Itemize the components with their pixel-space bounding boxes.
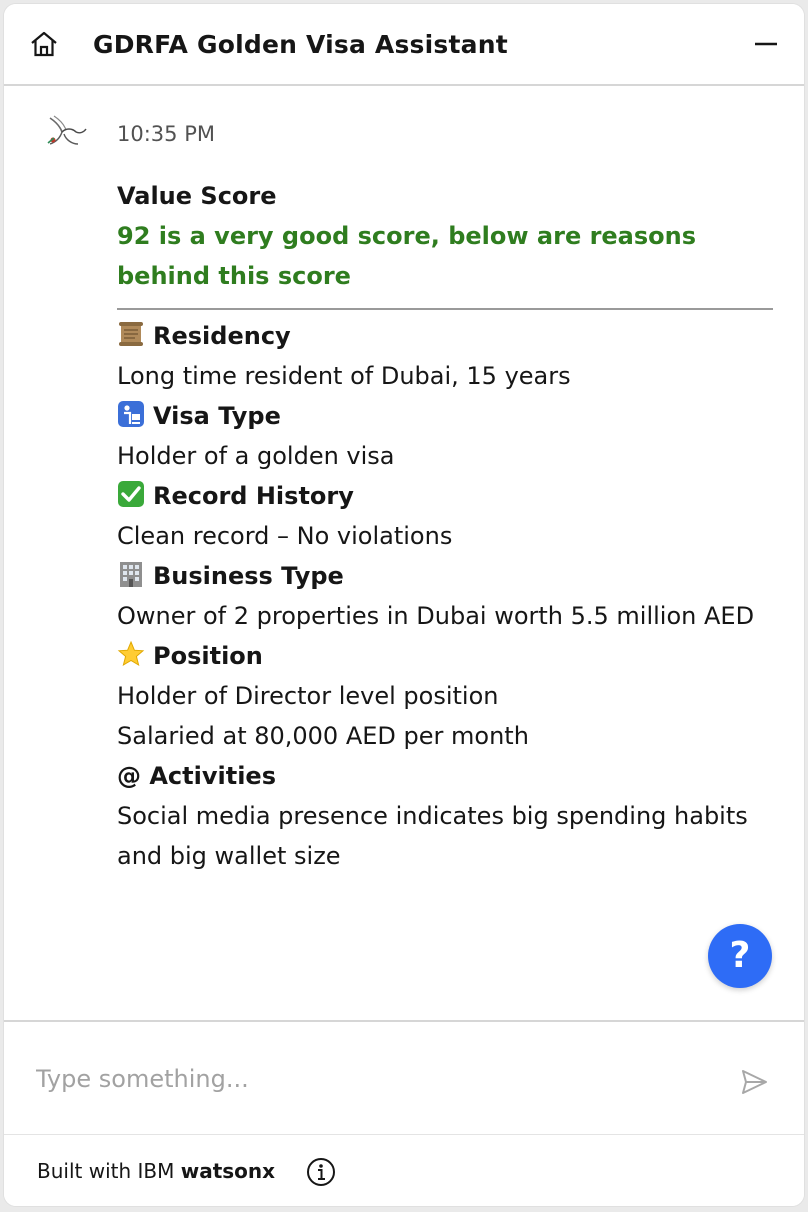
- section-record-history: Record History Clean record – No violati…: [117, 476, 773, 556]
- chat-panel: GDRFA Golden Visa Assistant 10:35 PM Val…: [4, 4, 804, 1206]
- section-visa-type: Visa Type Holder of a golden visa: [117, 396, 773, 476]
- section-title: @ Activities: [117, 762, 276, 790]
- info-icon[interactable]: [306, 1157, 336, 1187]
- section-title: Business Type: [153, 562, 344, 590]
- section-detail: Holder of Director level position: [117, 682, 499, 710]
- help-icon: ?: [729, 935, 751, 976]
- score-summary: 92 is a very good score, below are reaso…: [117, 222, 697, 290]
- chat-header: GDRFA Golden Visa Assistant: [4, 4, 804, 86]
- message-area[interactable]: 10:35 PM Value Score 92 is a very good s…: [4, 86, 804, 1020]
- section-title: Record History: [153, 482, 354, 510]
- built-with-label: Built with IBM watsonx: [37, 1159, 276, 1183]
- section-business-type: Business Type Owner of 2 properties in D…: [117, 556, 773, 636]
- section-position: Position Holder of Director level positi…: [117, 636, 773, 756]
- section-residency: Residency Long time resident of Dubai, 1…: [117, 316, 773, 396]
- score-title: Value Score: [117, 182, 277, 210]
- section-detail: Owner of 2 properties in Dubai worth 5.5…: [117, 602, 755, 630]
- section-detail: Clean record – No violations: [117, 522, 453, 550]
- section-detail: Long time resident of Dubai, 15 years: [117, 362, 571, 390]
- footer: Built with IBM watsonx: [4, 1134, 804, 1206]
- send-icon: [742, 1070, 767, 1094]
- help-button[interactable]: ?: [708, 924, 772, 988]
- minimize-icon: [755, 42, 777, 46]
- section-title: Residency: [153, 322, 291, 350]
- message-timestamp: 10:35 PM: [117, 122, 215, 146]
- office-building-icon: [120, 562, 142, 587]
- input-area: [4, 1020, 804, 1136]
- scroll-icon: [119, 322, 143, 346]
- home-icon: [31, 31, 57, 57]
- home-button[interactable]: [28, 28, 60, 60]
- section-title: Visa Type: [153, 402, 281, 430]
- assistant-title: GDRFA Golden Visa Assistant: [93, 30, 508, 59]
- section-activities: @ Activities Social media presence indic…: [117, 756, 773, 876]
- section-detail: Social media presence indicates big spen…: [117, 802, 748, 870]
- bird-logo-icon: [47, 115, 87, 145]
- send-button[interactable]: [738, 1066, 770, 1098]
- passport-control-icon: [118, 401, 144, 427]
- divider: [117, 308, 773, 310]
- message-input[interactable]: [34, 1058, 718, 1100]
- section-detail: Salaried at 80,000 AED per month: [117, 722, 529, 750]
- minimize-button[interactable]: [752, 30, 780, 58]
- star-icon: [117, 640, 145, 667]
- check-mark-icon: [118, 481, 144, 507]
- value-score-message: Value Score 92 is a very good score, bel…: [117, 176, 773, 876]
- section-detail: Holder of a golden visa: [117, 442, 395, 470]
- section-title: Position: [153, 642, 263, 670]
- watsonx-brand: watsonx: [180, 1159, 276, 1183]
